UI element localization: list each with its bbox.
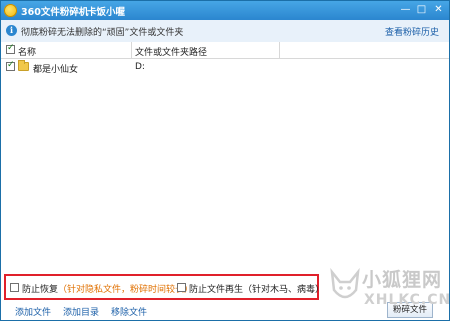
column-divider[interactable]: [279, 42, 280, 58]
view-history-link[interactable]: 查看粉碎历史: [385, 25, 439, 38]
prevent-regen-checkbox[interactable]: [177, 283, 186, 292]
info-icon: i: [6, 25, 17, 36]
shred-button[interactable]: 粉碎文件: [387, 302, 433, 318]
prevent-restore-label[interactable]: 防止恢复（针对隐私文件，粉碎时间较长）: [22, 282, 193, 295]
app-logo-icon: [4, 4, 17, 17]
prevent-restore-note: （针对隐私文件，粉碎时间较长）: [58, 285, 194, 295]
prevent-regen-label[interactable]: 防止文件再生（针对木马、病毒）: [189, 282, 324, 295]
close-icon[interactable]: ✕: [431, 3, 446, 17]
add-file-link[interactable]: 添加文件: [15, 305, 51, 318]
row-name: 都是小仙女: [33, 65, 79, 75]
maximize-icon[interactable]: □: [414, 3, 429, 17]
table-header: [1, 42, 449, 59]
prevent-restore-checkbox[interactable]: [10, 283, 19, 292]
info-bar: i 彻底粉碎无法删除的“顽固”文件或文件夹 查看粉碎历史: [1, 20, 449, 43]
add-dir-link[interactable]: 添加目录: [63, 305, 99, 318]
row-checkbox[interactable]: [6, 60, 15, 71]
minimize-icon[interactable]: —: [398, 3, 413, 17]
window-subtitle: 卡饭小喔: [87, 7, 126, 18]
column-header-path[interactable]: 文件或文件夹路径: [135, 45, 207, 58]
window-title: 360文件粉碎机: [21, 7, 89, 18]
folder-icon: [18, 60, 29, 71]
title-bar[interactable]: 360文件粉碎机 卡饭小喔 — □ ✕: [1, 1, 449, 20]
select-all-checkbox[interactable]: [6, 43, 15, 54]
row-path: D:: [135, 62, 145, 72]
app-window: 360文件粉碎机 卡饭小喔 — □ ✕ i 彻底粉碎无法删除的“顽固”文件或文件…: [0, 0, 450, 321]
remove-file-link[interactable]: 移除文件: [111, 305, 147, 318]
column-header-name[interactable]: 名称: [18, 45, 36, 58]
watermark-cn: 小狐狸网: [362, 269, 443, 291]
column-divider[interactable]: [131, 42, 132, 58]
info-text: 彻底粉碎无法删除的“顽固”文件或文件夹: [21, 28, 184, 38]
